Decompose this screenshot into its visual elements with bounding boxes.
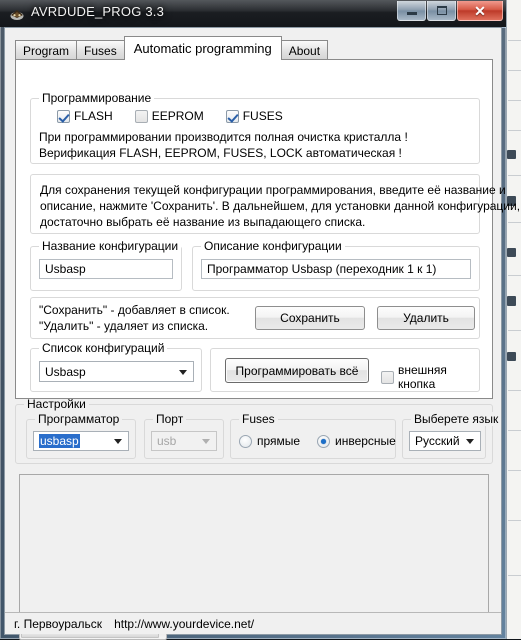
caption-buttons: ✕ bbox=[396, 1, 503, 22]
config-name-input[interactable]: Usbasp bbox=[39, 259, 173, 279]
checkbox-flash-box bbox=[57, 109, 70, 123]
tab-fuses[interactable]: Fuses bbox=[76, 40, 125, 60]
config-list-group: Список конфигураций Usbasp bbox=[30, 341, 202, 392]
title-bar[interactable]: AVRDUDE_PROG 3.3 ✕ bbox=[0, 0, 506, 27]
close-icon: ✕ bbox=[474, 2, 486, 19]
checkbox-eeprom[interactable]: EEPROM bbox=[134, 109, 204, 123]
radio-fuses-inverse[interactable]: инверсные bbox=[317, 434, 396, 448]
config-name-value: Usbasp bbox=[45, 262, 86, 276]
tab-strip: Program Fuses Automatic programming Abou… bbox=[15, 36, 493, 60]
tab-fuses-label: Fuses bbox=[84, 43, 117, 58]
language-group-title: Выберете язык bbox=[411, 412, 502, 426]
programmer-group-title: Программатор bbox=[35, 412, 123, 426]
tab-automatic-programming-label: Automatic programming bbox=[133, 41, 272, 56]
program-all-button[interactable]: Программировать всё bbox=[225, 358, 369, 383]
checkbox-eeprom-box bbox=[134, 109, 148, 123]
tab-program-label: Program bbox=[23, 43, 70, 58]
checkbox-external-button-label: внешняя кнопка bbox=[398, 363, 447, 391]
language-group: Выберете язык Русский bbox=[402, 412, 502, 459]
checkbox-flash-label: FLASH bbox=[74, 109, 113, 123]
language-combobox[interactable]: Русский bbox=[409, 431, 481, 451]
program-all-button-label: Программировать всё bbox=[235, 363, 359, 378]
config-list-selected: Usbasp bbox=[45, 364, 86, 379]
save-button[interactable]: Сохранить bbox=[255, 306, 365, 330]
programmer-selected: usbasp bbox=[39, 434, 80, 448]
minimize-icon bbox=[406, 12, 417, 15]
chevron-down-icon bbox=[202, 439, 210, 444]
minimize-button[interactable] bbox=[397, 1, 426, 21]
maximize-button[interactable] bbox=[427, 1, 456, 21]
settings-group-title: Настройки bbox=[24, 397, 89, 411]
status-url[interactable]: http://www.yourdevice.net/ bbox=[114, 617, 254, 631]
checkbox-external-button[interactable]: внешняя кнопка bbox=[381, 363, 479, 391]
status-city: г. Первоуральск bbox=[14, 616, 103, 631]
checkbox-eeprom-label: EEPROM bbox=[151, 109, 204, 123]
programming-group: Программирование FLASH EEPROM FUSES При … bbox=[30, 91, 480, 164]
fuses-mode-group: Fuses прямые инверсные bbox=[230, 412, 396, 459]
chevron-down-icon bbox=[114, 439, 122, 444]
programming-note-line-1: При программировании производится полная… bbox=[39, 130, 408, 144]
tab-about[interactable]: About bbox=[280, 40, 329, 60]
tab-page-automatic-programming: Программирование FLASH EEPROM FUSES При … bbox=[15, 59, 520, 399]
chevron-down-icon bbox=[466, 439, 474, 444]
help-line-3: достаточно выбрать её название из выпада… bbox=[40, 215, 366, 229]
checkbox-fuses-label: FUSES bbox=[242, 109, 283, 123]
radio-fuses-direct[interactable]: прямые bbox=[239, 434, 300, 448]
radio-fuses-inverse-dot bbox=[317, 434, 330, 448]
port-group: Порт usb bbox=[144, 412, 224, 459]
programming-note-line-2: Верификация FLASH, EEPROM, FUSES, LOCK а… bbox=[39, 146, 402, 160]
checkbox-fuses-box bbox=[225, 109, 239, 123]
config-list-group-title: Список конфигураций bbox=[39, 341, 168, 355]
config-description-value: Программатор Usbasp (переходник 1 к 1) bbox=[207, 262, 437, 276]
client-area: Программирование FLASH EEPROM FUSES При … bbox=[4, 27, 520, 640]
background-document-strip bbox=[506, 0, 521, 639]
port-group-title: Порт bbox=[153, 412, 187, 426]
chevron-down-icon bbox=[179, 369, 187, 375]
app-icon bbox=[10, 10, 24, 20]
fuses-mode-group-title: Fuses bbox=[239, 412, 278, 426]
close-button[interactable]: ✕ bbox=[457, 1, 503, 21]
language-selected: Русский bbox=[415, 434, 460, 448]
config-description-group-title: Описание конфигурации bbox=[201, 239, 345, 253]
program-all-panel: Программировать всё внешняя кнопка bbox=[210, 348, 480, 392]
checkbox-flash[interactable]: FLASH bbox=[57, 109, 113, 123]
radio-fuses-inverse-label: инверсные bbox=[335, 434, 396, 448]
radio-fuses-direct-dot bbox=[239, 434, 252, 448]
help-line-1: Для сохранения текущей конфигурации прог… bbox=[40, 183, 506, 197]
tab-program[interactable]: Program bbox=[15, 40, 78, 60]
config-name-group: Название конфигурации Usbasp bbox=[30, 239, 182, 291]
config-description-input[interactable]: Программатор Usbasp (переходник 1 к 1) bbox=[201, 259, 471, 279]
tab-automatic-programming[interactable]: Automatic programming bbox=[123, 36, 282, 60]
config-list-combobox[interactable]: Usbasp bbox=[39, 361, 194, 382]
port-combobox[interactable]: usb bbox=[151, 431, 217, 451]
maximize-icon bbox=[436, 6, 447, 15]
checkbox-external-button-box bbox=[381, 370, 394, 384]
radio-fuses-direct-label: прямые bbox=[257, 434, 301, 448]
config-description-group: Описание конфигурации Программатор Usbas… bbox=[192, 239, 480, 291]
tab-about-label: About bbox=[288, 43, 321, 58]
delete-button[interactable]: Удалить bbox=[377, 306, 475, 330]
window-title: AVRDUDE_PROG 3.3 bbox=[31, 4, 164, 19]
help-panel: Для сохранения текущей конфигурации прог… bbox=[30, 174, 520, 234]
application-window: AVRDUDE_PROG 3.3 ✕ Программирование FLAS… bbox=[0, 0, 520, 640]
delete-hint: "Удалить" - удаляет из списка. bbox=[39, 319, 209, 333]
save-hint: "Сохранить" - добавляет в список. bbox=[39, 303, 230, 317]
programmer-group: Программатор usbasp bbox=[26, 412, 136, 459]
save-button-label: Сохранить bbox=[280, 311, 340, 325]
log-output[interactable] bbox=[19, 474, 489, 617]
config-name-group-title: Название конфигурации bbox=[39, 239, 182, 253]
delete-button-label: Удалить bbox=[403, 311, 449, 325]
status-bar: г. Первоуральск http://www.yourdevice.ne… bbox=[5, 612, 501, 634]
settings-group: Настройки Программатор usbasp Порт usb F… bbox=[15, 397, 502, 464]
programming-group-title: Программирование bbox=[39, 91, 155, 105]
port-selected: usb bbox=[157, 434, 177, 448]
help-line-2: описание, нажмите 'Сохранить'. В дальней… bbox=[40, 199, 521, 213]
save-delete-panel: "Сохранить" - добавляет в список. "Удали… bbox=[30, 297, 480, 339]
programmer-combobox[interactable]: usbasp bbox=[33, 431, 129, 451]
checkbox-fuses[interactable]: FUSES bbox=[225, 109, 283, 123]
